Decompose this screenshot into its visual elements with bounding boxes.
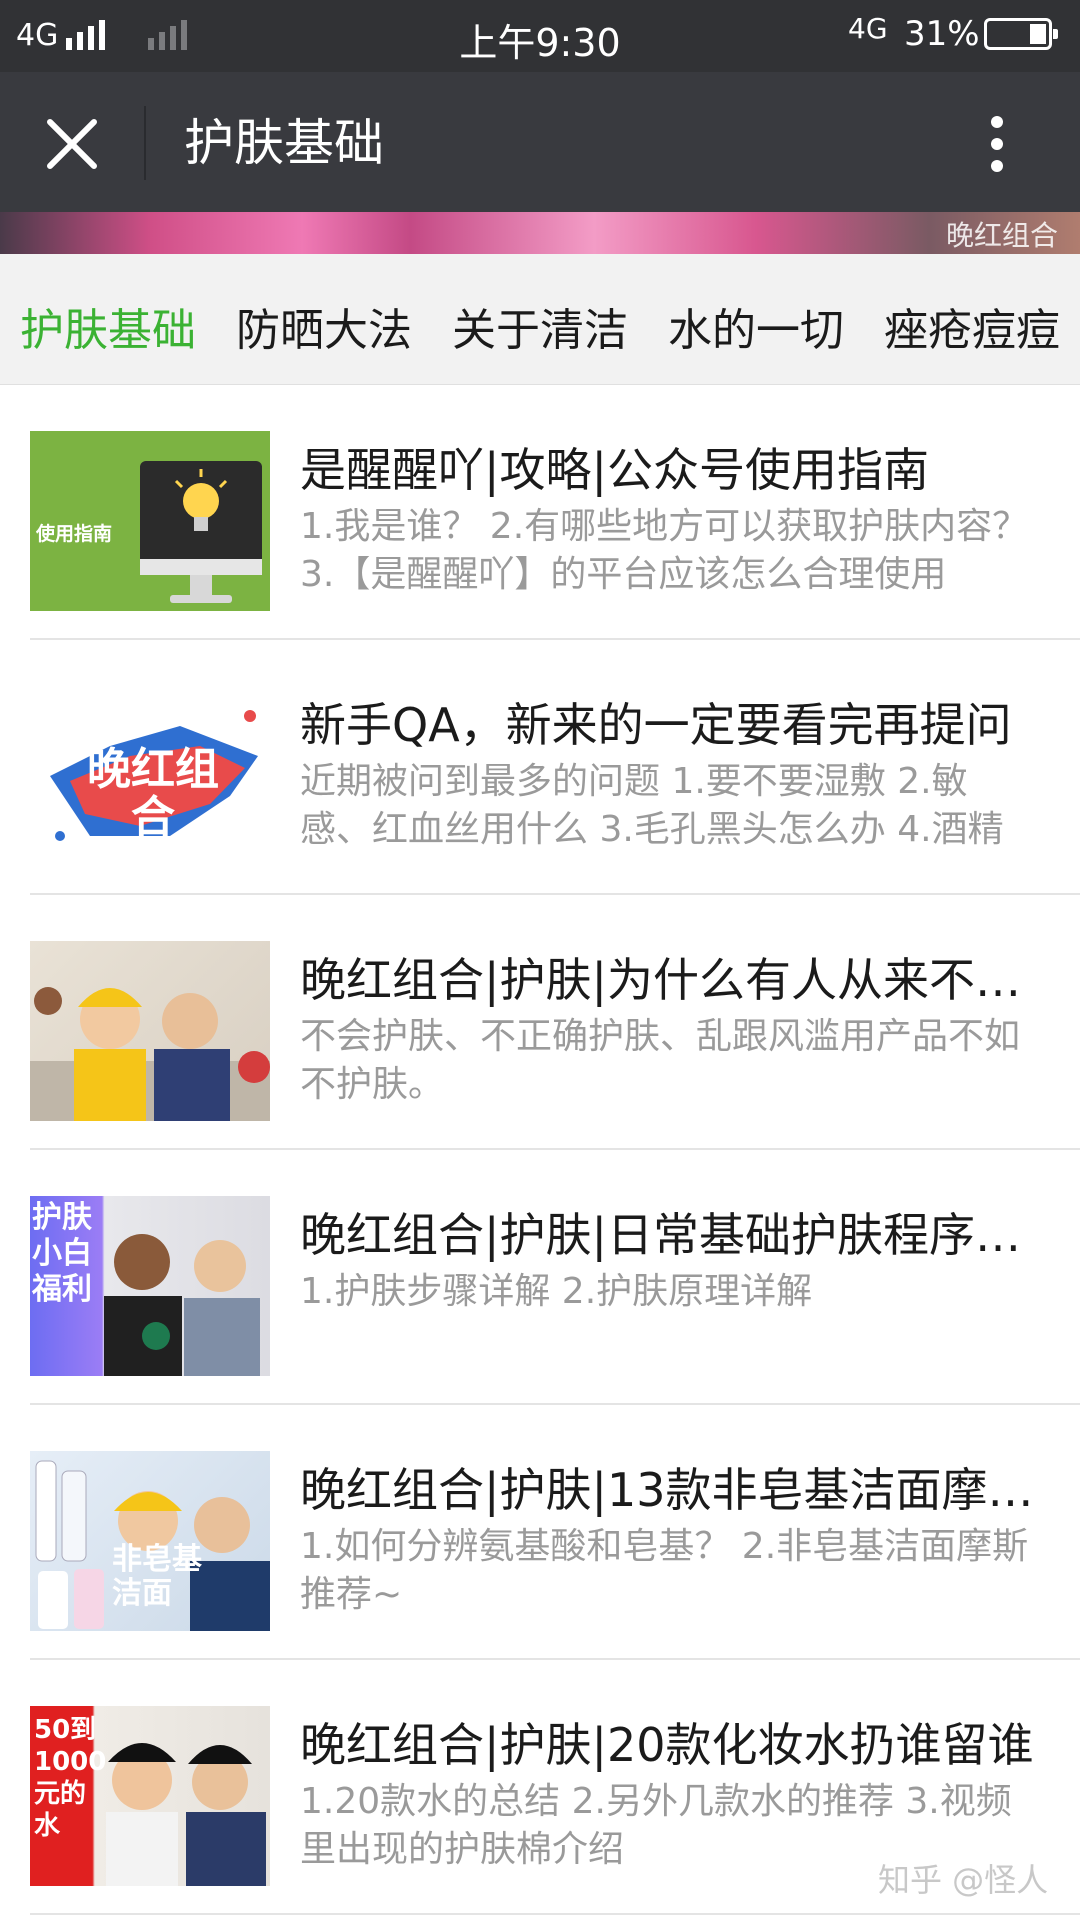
title-bar: 护肤基础: [0, 72, 1080, 212]
list-item[interactable]: 使用指南 是醒醒吖|攻略|公众号使用指南 1.我是谁？ 2.有哪些地方可以获取护…: [0, 385, 1080, 640]
article-thumbnail: 50到1000元的水: [30, 1706, 270, 1886]
header-banner-image: 晚红组合: [0, 212, 1080, 254]
more-options-button[interactable]: [976, 102, 1020, 186]
tab-sunscreen[interactable]: 防晒大法: [236, 294, 412, 358]
title-divider: [144, 106, 146, 180]
article-thumbnail: 护肤小白福利: [30, 1196, 270, 1376]
list-item[interactable]: 非皂基洁面 晚红组合|护肤|13款非皂基洁面摩丝推荐 1.如何分辨氨基酸和皂基？…: [0, 1405, 1080, 1660]
article-desc: 1.护肤步骤详解 2.护肤原理详解: [300, 1271, 813, 1312]
network-type-secondary: 4G: [848, 12, 888, 45]
list-item[interactable]: 晚红组合|护肤|为什么有人从来不护肤 不会护肤、不正确护肤、乱跟风滥用产品不如不…: [0, 895, 1080, 1150]
article-thumbnail: 非皂基洁面: [30, 1451, 270, 1631]
list-item[interactable]: 护肤小白福利 晚红组合|护肤|日常基础护肤程序详解 1.护肤步骤详解 2.护肤原…: [0, 1150, 1080, 1405]
battery-icon: [984, 18, 1058, 50]
article-thumbnail: 晚红组合: [30, 686, 270, 866]
thumbnail-caption: 护肤小白福利: [32, 1200, 92, 1307]
battery-percent: 31%: [904, 14, 980, 54]
article-title: 晚红组合|护肤|20款化妆水扔谁留谁: [300, 1718, 1034, 1772]
article-title: 晚红组合|护肤|日常基础护肤程序详解: [300, 1208, 1040, 1262]
article-list: 使用指南 是醒醒吖|攻略|公众号使用指南 1.我是谁？ 2.有哪些地方可以获取护…: [0, 385, 1080, 1915]
article-desc: 近期被问到最多的问题 1.要不要湿敷 2.敏感、红血丝用什么 3.毛孔黑头怎么办…: [300, 761, 1004, 850]
divider: [30, 1913, 1080, 1915]
close-button[interactable]: [40, 112, 104, 176]
thumbnail-caption: 非皂基洁面: [112, 1542, 202, 1611]
banner-watermark: 晚红组合: [945, 219, 1058, 252]
article-title: 新手QA，新来的一定要看完再提问: [300, 698, 1012, 752]
list-item[interactable]: 晚红组合 新手QA，新来的一定要看完再提问 近期被问到最多的问题 1.要不要湿敷…: [0, 640, 1080, 895]
more-vertical-icon: [991, 116, 1003, 128]
article-desc: 1.我是谁？ 2.有哪些地方可以获取护肤内容？ 3.【是醒醒吖】的平台应该怎么合…: [300, 506, 1029, 595]
thumbnail-caption: 使用指南: [36, 523, 113, 545]
tab-cleansing[interactable]: 关于清洁: [452, 294, 628, 358]
tab-skincare-basics[interactable]: 护肤基础: [20, 294, 196, 358]
thumbnail-caption: 晚红组合: [87, 744, 219, 843]
article-desc: 1.如何分辨氨基酸和皂基？ 2.非皂基洁面摩斯推荐~: [300, 1526, 1029, 1615]
zhihu-watermark: 知乎 @怪人: [878, 1861, 1049, 1899]
article-title: 晚红组合|护肤|13款非皂基洁面摩丝推荐: [300, 1463, 1040, 1517]
tab-acne[interactable]: 痤疮痘痘: [884, 294, 1060, 358]
page-title: 护肤基础: [184, 114, 384, 172]
article-title: 是醒醒吖|攻略|公众号使用指南: [300, 443, 929, 497]
status-bar: 4G 上午9:30 4G 31%: [0, 0, 1080, 72]
article-thumbnail: 使用指南: [30, 431, 270, 611]
tab-toner[interactable]: 水的一切: [668, 294, 844, 358]
thumbnail-caption: 50到1000元的水: [34, 1715, 107, 1841]
article-title: 晚红组合|护肤|为什么有人从来不护肤: [300, 953, 1040, 1007]
article-desc: 不会护肤、不正确护肤、乱跟风滥用产品不如不护肤。: [300, 1016, 1021, 1105]
article-thumbnail: [30, 941, 270, 1121]
category-tabs: 护肤基础 防晒大法 关于清洁 水的一切 痤疮痘痘: [0, 254, 1080, 385]
close-icon: [47, 119, 97, 169]
